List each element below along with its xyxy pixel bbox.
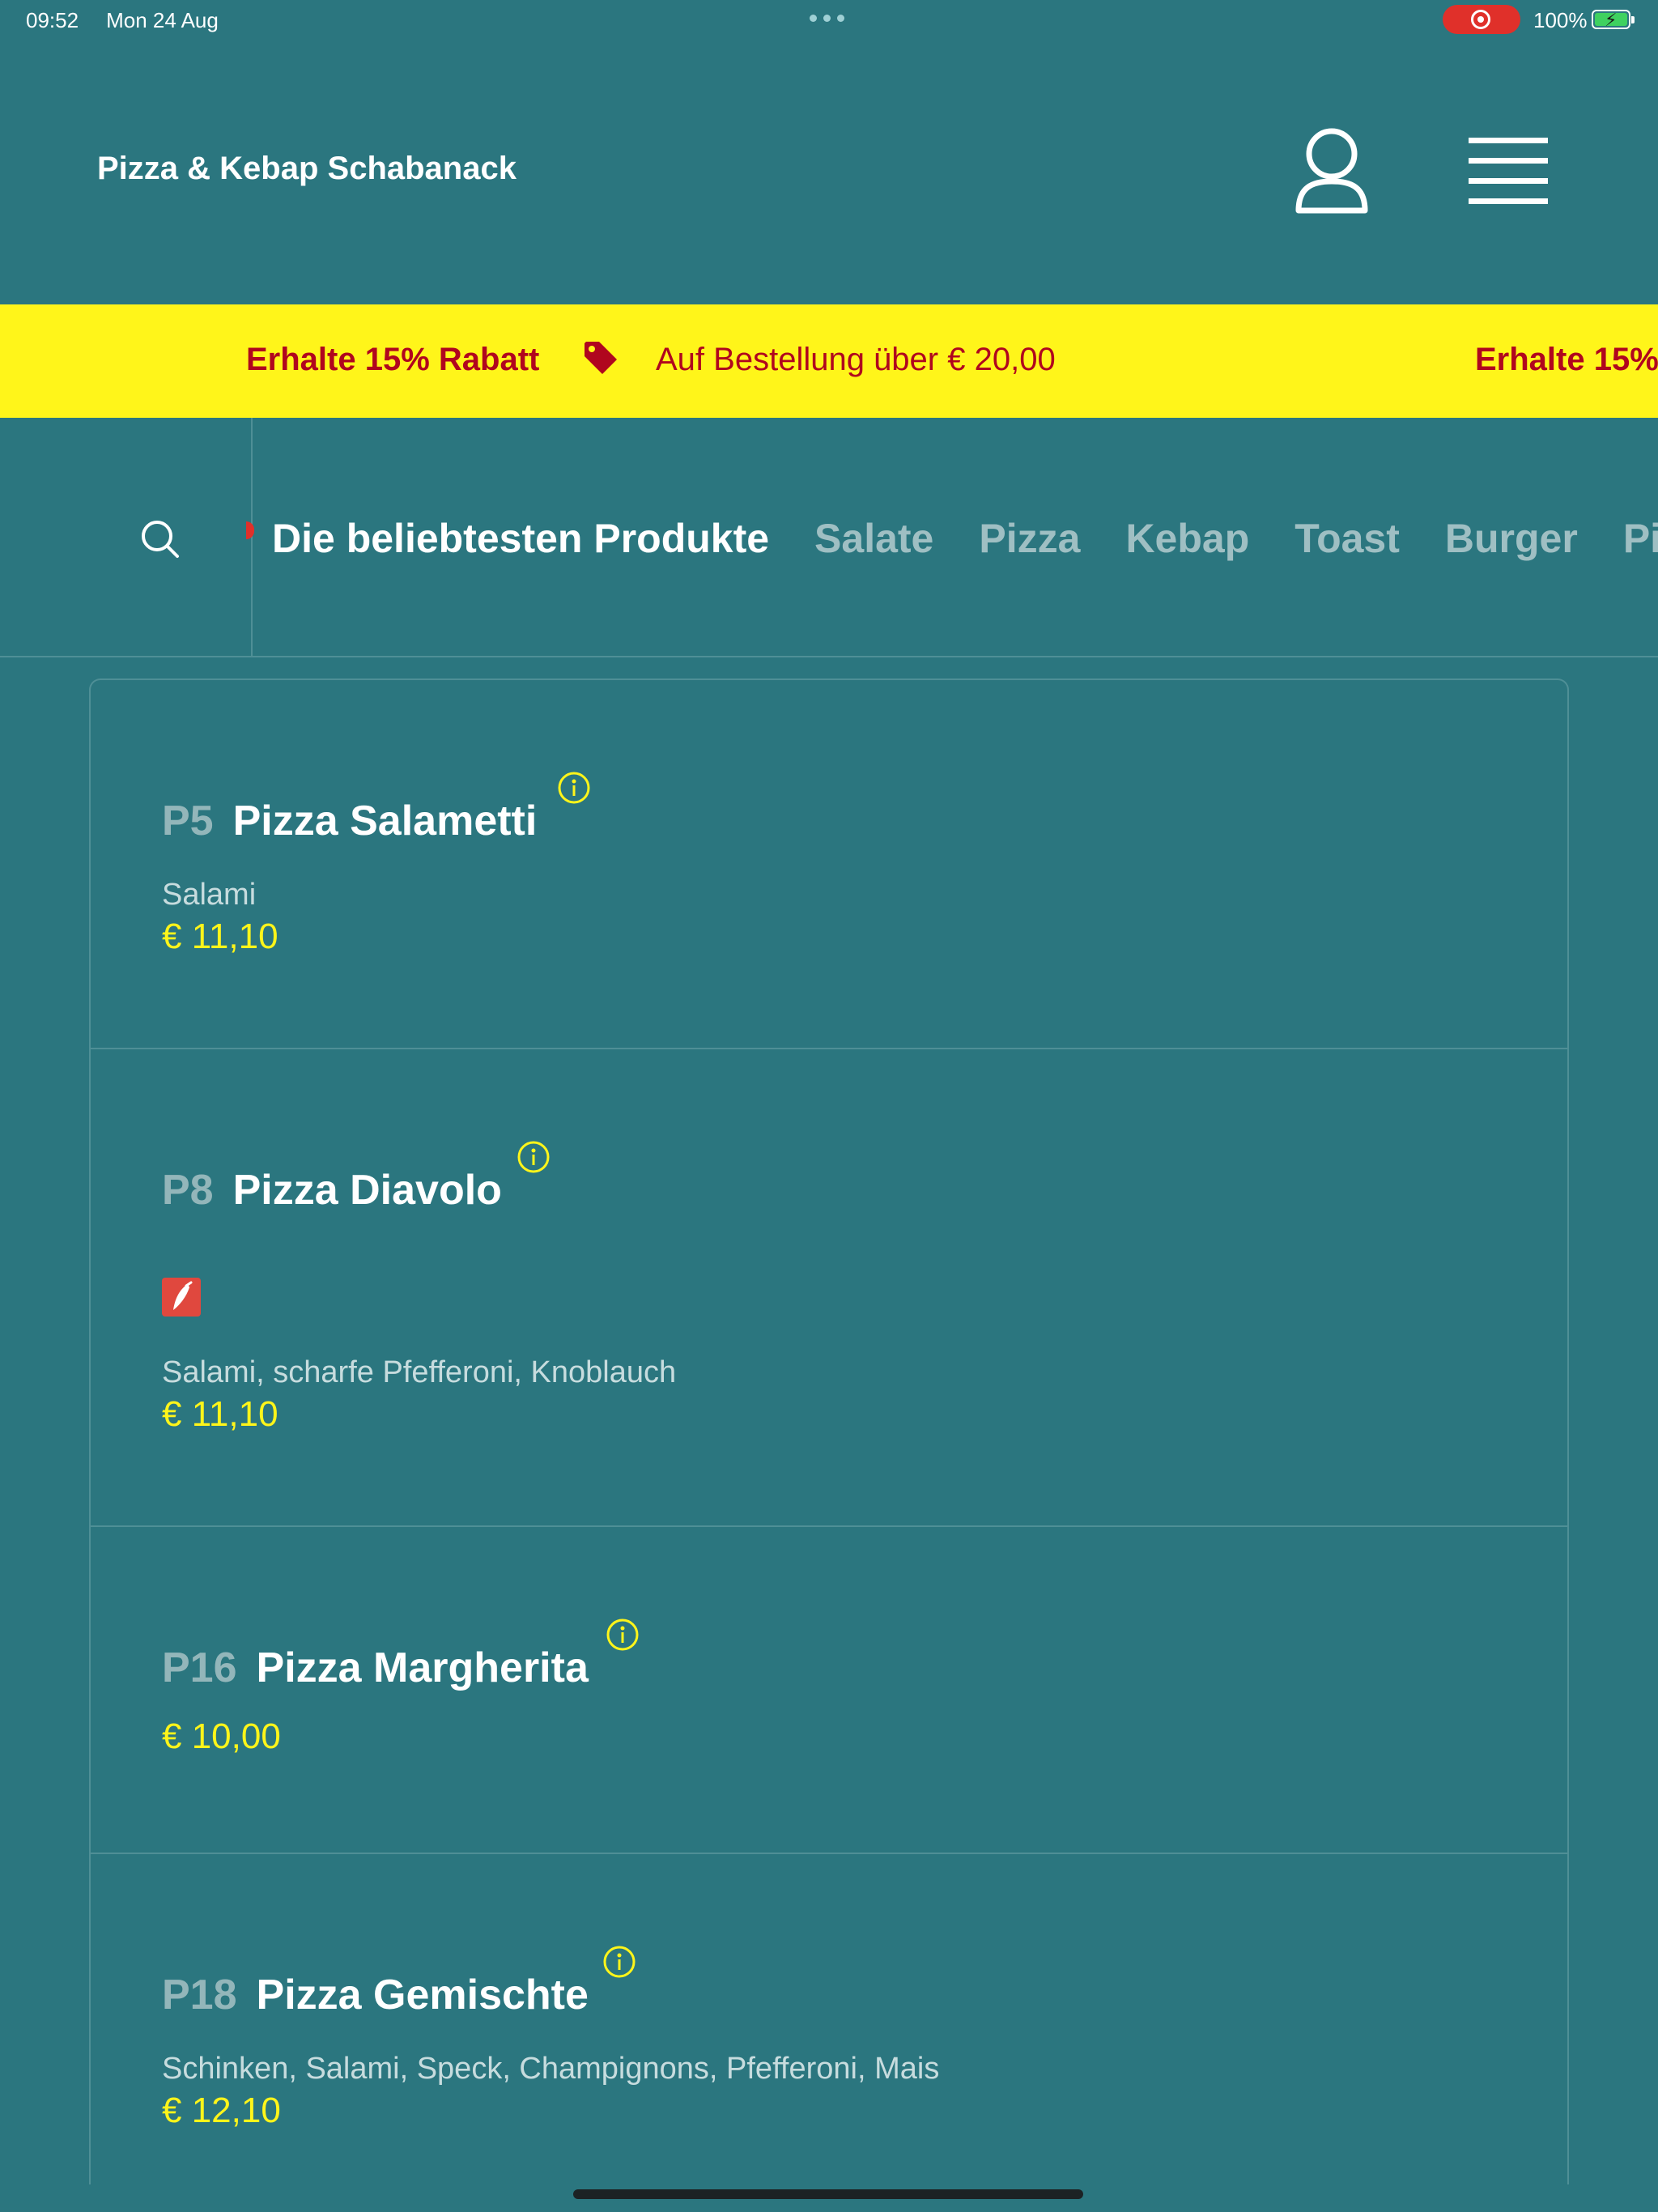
- tab-kebap[interactable]: Kebap: [1125, 515, 1249, 562]
- product-title: P16 Pizza Margherita: [162, 1644, 589, 1692]
- product-title: P5 Pizza Salametti: [162, 797, 537, 845]
- product-name: Pizza Salametti: [232, 798, 538, 844]
- account-button[interactable]: [1287, 123, 1376, 220]
- status-time-date: 09:52 Mon 24 Aug: [26, 8, 246, 33]
- product-price: € 10,00: [162, 1716, 281, 1756]
- category-tabs: Die beliebtesten Produkte Salate Pizza K…: [272, 515, 1658, 562]
- product-price: € 11,10: [162, 1394, 278, 1434]
- product-list: P5 Pizza Salametti Salami € 11,10 P8 Pizza…: [89, 678, 1569, 2184]
- product-code: P16: [162, 1644, 237, 1691]
- tab-pide[interactable]: Pide: [1623, 515, 1658, 562]
- product-item[interactable]: P18 Pizza Gemischte Schinken, Salami, Spe…: [91, 1854, 1567, 2184]
- product-name: Pizza Diavolo: [232, 1167, 502, 1214]
- home-indicator[interactable]: [573, 2189, 1083, 2199]
- tab-burger[interactable]: Burger: [1445, 515, 1578, 562]
- search-icon: [142, 521, 179, 558]
- hamburger-menu-icon: [1469, 138, 1548, 204]
- info-icon[interactable]: [602, 1945, 636, 1979]
- info-icon[interactable]: [517, 1140, 551, 1174]
- price-tag-icon: [585, 342, 617, 374]
- product-description: Schinken, Salami, Speck, Champignons, Pf…: [162, 2052, 940, 2086]
- battery-percentage: 100%: [1533, 8, 1588, 32]
- product-title: P18 Pizza Gemischte: [162, 1971, 589, 2019]
- product-description: Salami: [162, 878, 257, 912]
- menu-button[interactable]: [1464, 134, 1553, 207]
- tab-toast[interactable]: Toast: [1295, 515, 1400, 562]
- product-description: Salami, scharfe Pfefferoni, Knoblauch: [162, 1355, 677, 1389]
- tab-pizza[interactable]: Pizza: [979, 515, 1080, 562]
- screen-recording-icon[interactable]: [1443, 5, 1520, 34]
- category-bar: Die beliebtesten Produkte Salate Pizza K…: [0, 418, 1658, 657]
- status-time: 09:52: [26, 8, 79, 32]
- product-item[interactable]: P16 Pizza Margherita € 10,00: [91, 1527, 1567, 1854]
- brand-title: Pizza & Kebap Schabanack: [97, 151, 517, 186]
- promo-headline: Erhalte 15% Rabatt: [246, 342, 540, 377]
- product-price: € 11,10: [162, 917, 278, 956]
- tab-popular[interactable]: Die beliebtesten Produkte: [272, 515, 769, 562]
- product-code: P5: [162, 798, 214, 844]
- product-price: € 12,10: [162, 2091, 281, 2130]
- promo-condition: Auf Bestellung über € 20,00: [656, 342, 1056, 377]
- app-header: Pizza & Kebap Schabanack: [0, 81, 1658, 259]
- spicy-badge: [162, 1278, 201, 1317]
- category-divider: [251, 418, 253, 657]
- product-item[interactable]: P8 Pizza Diavolo Salami, scharfe Pfeffero…: [91, 1049, 1567, 1527]
- search-button[interactable]: [139, 518, 181, 560]
- product-item[interactable]: P5 Pizza Salametti Salami € 11,10: [91, 680, 1567, 1049]
- product-title: P8 Pizza Diavolo: [162, 1166, 502, 1214]
- status-date: Mon 24 Aug: [106, 8, 219, 32]
- info-icon[interactable]: [606, 1618, 640, 1652]
- chili-icon: [173, 1281, 193, 1310]
- info-icon[interactable]: [557, 771, 591, 805]
- active-category-marker: [246, 521, 254, 539]
- promo-headline-repeat: Erhalte 15%: [1475, 342, 1658, 377]
- tab-salate[interactable]: Salate: [814, 515, 933, 562]
- status-bar: 09:52 Mon 24 Aug 100% ⚡: [0, 0, 1658, 39]
- product-name: Pizza Margherita: [256, 1644, 589, 1691]
- product-code: P8: [162, 1167, 214, 1214]
- product-name: Pizza Gemischte: [256, 1972, 589, 2018]
- battery-icon: ⚡: [1592, 10, 1635, 30]
- product-code: P18: [162, 1972, 237, 2018]
- promo-banner[interactable]: Erhalte 15% Rabatt Auf Bestellung über €…: [0, 304, 1658, 418]
- multitasking-dots-icon[interactable]: [810, 15, 844, 22]
- user-icon: [1295, 128, 1368, 214]
